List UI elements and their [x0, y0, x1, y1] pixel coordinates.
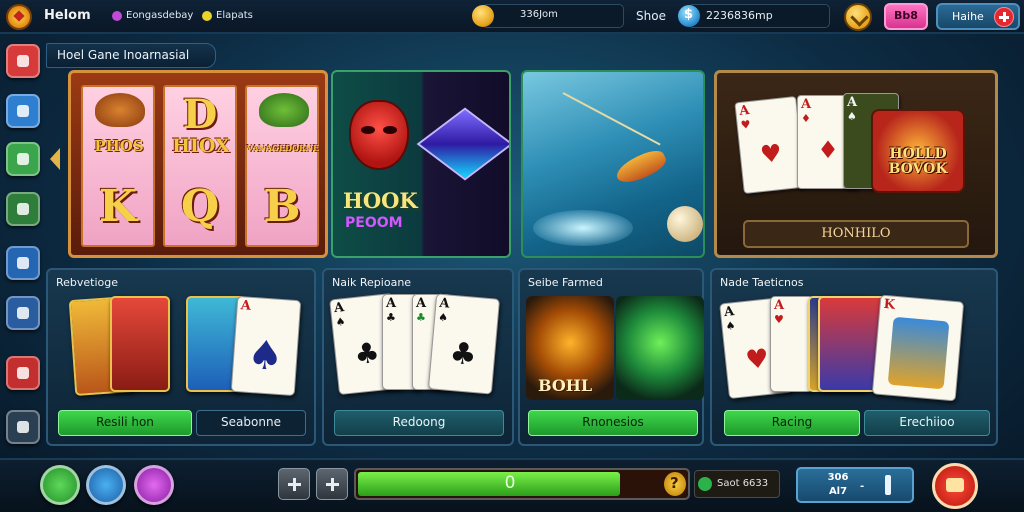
- progress-value: 0: [504, 473, 516, 493]
- playing-card: A ♠ ♣: [427, 293, 501, 395]
- help-label: Haihe: [952, 10, 984, 23]
- category-panel: Naik Repioane A ♠ ♣ A ♣ A ♣ A ♠ ♣ Redoong: [322, 268, 514, 446]
- top-bar: Helom Eongasdebay Elapats 336Jom Shoe 22…: [0, 0, 1024, 34]
- stats-line-2: Al7: [828, 486, 848, 497]
- hook-game-title: HOOK: [343, 188, 418, 213]
- panel-primary-button[interactable]: Rnonesios: [528, 410, 698, 436]
- slot-reel: VANAGEDORNE B: [245, 85, 319, 247]
- slot-reel: PHOS K: [81, 85, 155, 247]
- score-display: Saot 6633: [694, 470, 780, 498]
- crystal-icon: [416, 107, 509, 181]
- card-game-tile[interactable]: A ♥ ♥ A ♦ ♦ A ♠ HOLLD BOVOK HONHILO: [714, 70, 998, 258]
- fish-icon: [612, 146, 670, 188]
- category-panel: Rebvetioge A ♠ Resili hon Seabonne: [46, 268, 316, 446]
- mask-icon: [349, 100, 409, 170]
- stats-line: 306 Al7: [818, 471, 858, 499]
- nav-item[interactable]: Eongasdebay: [126, 10, 193, 21]
- bonus-icon[interactable]: [664, 472, 686, 496]
- stats-separator: -: [860, 481, 865, 492]
- panel-title: Nade Taeticnos: [720, 276, 804, 289]
- water-splash: [533, 210, 633, 246]
- reel-word: PHOS: [94, 137, 144, 155]
- sidebar-chart-icon[interactable]: [6, 246, 40, 280]
- refresh-icon[interactable]: [134, 465, 174, 505]
- info-icon: [878, 473, 898, 497]
- ball-icon: [667, 206, 703, 242]
- slot-reel: D HIOX Q: [163, 85, 237, 247]
- hook-game-tile[interactable]: HOOK PEOOM: [331, 70, 511, 258]
- panel-primary-button[interactable]: Racing: [724, 410, 860, 436]
- creature-icon: [95, 93, 145, 127]
- playing-card: A ♥ ♥: [734, 96, 806, 194]
- section-title: Hoel Gane Inoarnasial: [46, 43, 216, 68]
- slot-machine-game-tile[interactable]: PHOS K D HIOX Q VANAGEDORNE B: [68, 70, 328, 258]
- rewards-icon[interactable]: [844, 3, 872, 31]
- help-button[interactable]: Haihe: [936, 3, 1020, 30]
- score-icon: [698, 477, 712, 491]
- score-text: Saot 6633: [717, 478, 769, 489]
- star-icon[interactable]: [40, 465, 80, 505]
- panel-title: Rebvetioge: [56, 276, 119, 289]
- gift-icon[interactable]: [932, 463, 978, 509]
- reel-letter: B: [263, 181, 301, 232]
- stats-button[interactable]: 306 Al7 -: [796, 467, 914, 503]
- sidebar-book-icon[interactable]: [6, 296, 40, 330]
- plus-icon[interactable]: [994, 7, 1014, 27]
- sidebar-bird-icon[interactable]: [6, 94, 40, 128]
- reel-word: VANAGEDORNE: [246, 143, 320, 153]
- category-panel: Nade Taeticnos A ♠ ♥ A ♥ K Racing Erechiio…: [710, 268, 998, 446]
- playing-card: A ♠: [230, 295, 302, 397]
- panel-primary-button[interactable]: Resili hon: [58, 410, 192, 436]
- scroll-left-icon[interactable]: [48, 142, 60, 176]
- reel-word: HIOX: [172, 135, 230, 157]
- shop-label[interactable]: Shoe: [636, 9, 666, 23]
- coin-icon: [472, 5, 494, 27]
- orb-word: BOHL: [538, 376, 593, 395]
- reel-letter: D: [182, 91, 218, 138]
- badge-button[interactable]: Bb8: [884, 3, 928, 30]
- panel-secondary-button[interactable]: Seabonne: [196, 410, 306, 436]
- add-button[interactable]: [316, 468, 348, 500]
- reel-letter: Q: [180, 181, 220, 232]
- nav-dot-icon: [112, 11, 122, 21]
- leaf-orb-icon: [616, 296, 704, 400]
- fishing-line: [562, 92, 661, 146]
- coins-value: 336Jom: [520, 9, 558, 20]
- playing-card: K: [871, 294, 965, 402]
- stats-line-1: 306: [827, 472, 849, 483]
- category-panel: Seibe Farmed BOHL Rnonesios: [518, 268, 704, 446]
- game-emblem-text: HOLLD BOVOK: [888, 146, 948, 177]
- sidebar-back-arrow-icon[interactable]: [6, 410, 40, 444]
- shield-icon[interactable]: [86, 465, 126, 505]
- card-game-label[interactable]: HONHILO: [743, 220, 969, 248]
- hook-game-subtitle: PEOOM: [345, 215, 403, 231]
- nav-dot-icon: [202, 11, 212, 21]
- logo-icon: [6, 4, 32, 30]
- sidebar-scroll-icon[interactable]: [6, 192, 40, 226]
- panel-title: Naik Repioane: [332, 276, 412, 289]
- sidebar-fire-icon[interactable]: [6, 356, 40, 390]
- nav-item[interactable]: Elapats: [216, 10, 253, 21]
- gem-icon: [678, 5, 700, 27]
- panel-secondary-button[interactable]: Erechiioo: [864, 410, 990, 436]
- panel-primary-button[interactable]: Redoong: [334, 410, 504, 436]
- fishing-game-tile[interactable]: [521, 70, 705, 258]
- app-title: Helom: [44, 8, 91, 23]
- sidebar-leaf-icon[interactable]: [6, 142, 40, 176]
- reel-letter: K: [98, 181, 138, 232]
- panel-title: Seibe Farmed: [528, 276, 603, 289]
- creature-icon: [259, 93, 309, 127]
- gems-value: 2236836mp: [706, 9, 773, 22]
- add-button[interactable]: [278, 468, 310, 500]
- sidebar-star-icon[interactable]: [6, 44, 40, 78]
- character-card: [110, 296, 170, 392]
